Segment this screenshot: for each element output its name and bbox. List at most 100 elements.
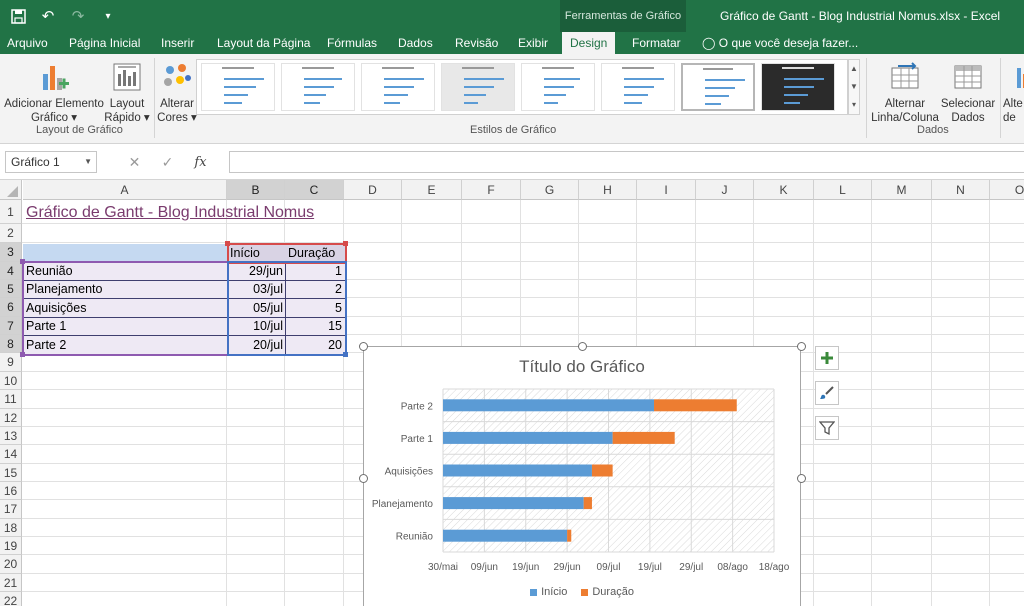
quick-layout-button[interactable]: Layout Rápido ▾ (104, 60, 150, 125)
tab-arquivo[interactable]: Arquivo (7, 32, 48, 54)
column-header-a[interactable]: A (23, 180, 227, 200)
column-header-k[interactable]: K (754, 180, 814, 200)
column-header-f[interactable]: F (462, 180, 521, 200)
row-header-21[interactable]: 21 (0, 574, 22, 592)
range-handle[interactable] (20, 352, 25, 357)
chart-resize-handle[interactable] (359, 342, 368, 351)
gantt-chart[interactable]: Título do Gráfico 30/mai 09/jun 19/jun 29/j… (363, 346, 801, 606)
row-header-5[interactable]: 5 (0, 280, 22, 298)
switch-row-column-button[interactable]: Alternar Linha/Coluna (870, 60, 940, 125)
row-header-1[interactable]: 1 (0, 200, 22, 224)
row-header-8[interactable]: 8 (0, 335, 22, 353)
chart-resize-handle[interactable] (797, 474, 806, 483)
row-header-14[interactable]: 14 (0, 445, 22, 464)
change-chart-type-button[interactable]: Alte de (1003, 60, 1024, 125)
column-header-o[interactable]: O (990, 180, 1024, 200)
column-header-d[interactable]: D (344, 180, 402, 200)
row-header-6[interactable]: 6 (0, 298, 22, 317)
tab-formulas[interactable]: Fórmulas (327, 32, 377, 54)
column-header-c[interactable]: C (285, 180, 344, 200)
name-box-dropdown-icon[interactable]: ▼ (84, 152, 92, 172)
row-header-13[interactable]: 13 (0, 427, 22, 445)
add-chart-element-button[interactable]: Adicionar Elemento Gráfico ▾ (4, 60, 104, 125)
column-header-e[interactable]: E (402, 180, 462, 200)
group-separator (866, 58, 867, 138)
chart-filters-button[interactable] (815, 416, 839, 440)
legend-swatch-duracao (581, 588, 589, 596)
chart-plot-area[interactable]: 30/mai 09/jun 19/jun 29/jun 09/jul 19/jul 29/j… (364, 347, 802, 606)
gallery-scroll[interactable]: ▲ ▼ ▾ (848, 59, 860, 115)
save-icon[interactable] (6, 4, 30, 28)
chart-style-7[interactable] (681, 63, 755, 111)
row-header-16[interactable]: 16 (0, 482, 22, 500)
gallery-more-icon[interactable]: ▾ (849, 96, 859, 114)
range-handle[interactable] (20, 259, 25, 264)
row-header-18[interactable]: 18 (0, 519, 22, 537)
tab-revisao[interactable]: Revisão (455, 32, 498, 54)
chart-style-2[interactable] (281, 63, 355, 111)
cancel-icon[interactable]: ✕ (118, 154, 151, 171)
row-header-3[interactable]: 3 (0, 243, 22, 262)
row-header-11[interactable]: 11 (0, 390, 22, 409)
row-header-19[interactable]: 19 (0, 537, 22, 555)
row-header-17[interactable]: 17 (0, 500, 22, 519)
column-header-g[interactable]: G (521, 180, 579, 200)
undo-icon[interactable]: ↶ (36, 4, 60, 28)
chart-elements-button[interactable] (815, 346, 839, 370)
tab-inserir[interactable]: Inserir (161, 32, 194, 54)
row-header-15[interactable]: 15 (0, 464, 22, 482)
row-header-12[interactable]: 12 (0, 409, 22, 427)
chart-style-1[interactable] (201, 63, 275, 111)
row-header-22[interactable]: 22 (0, 592, 22, 606)
name-box[interactable]: Gráfico 1 ▼ (5, 151, 97, 173)
chart-legend[interactable]: Início Duração (364, 586, 800, 598)
select-data-button[interactable]: Selecionar Dados (940, 60, 996, 125)
tab-layout-pagina[interactable]: Layout da Página (217, 32, 310, 54)
column-header-n[interactable]: N (932, 180, 990, 200)
formula-input[interactable] (229, 151, 1024, 173)
column-header-l[interactable]: L (814, 180, 872, 200)
customize-qat-icon[interactable]: ▾ (96, 4, 120, 28)
insert-function-icon[interactable]: fx (184, 155, 217, 170)
column-header-j[interactable]: J (696, 180, 754, 200)
select-all-corner[interactable] (0, 180, 22, 200)
tab-formatar[interactable]: Formatar (632, 32, 681, 54)
chart-resize-handle[interactable] (359, 474, 368, 483)
change-colors-label-1: Alterar (160, 98, 194, 110)
chart-style-8[interactable] (761, 63, 835, 111)
gallery-down-icon[interactable]: ▼ (849, 78, 859, 96)
row-header-10[interactable]: 10 (0, 372, 22, 390)
column-header-h[interactable]: H (579, 180, 637, 200)
row-header-4[interactable]: 4 (0, 262, 22, 280)
chart-style-6[interactable] (601, 63, 675, 111)
chart-resize-handle[interactable] (578, 342, 587, 351)
gallery-up-icon[interactable]: ▲ (849, 60, 859, 78)
tab-pagina-inicial[interactable]: Página Inicial (69, 32, 140, 54)
legend-item-inicio[interactable]: Início (530, 586, 567, 598)
sheet-title-cell[interactable]: Gráfico de Gantt - Blog Industrial Nomus (26, 204, 314, 222)
chart-resize-handle[interactable] (797, 342, 806, 351)
row-header-2[interactable]: 2 (0, 224, 22, 243)
column-header-i[interactable]: I (637, 180, 696, 200)
confirm-icon[interactable]: ✓ (151, 154, 184, 171)
tab-dados[interactable]: Dados (398, 32, 433, 54)
chart-style-4[interactable] (441, 63, 515, 111)
tab-design[interactable]: Design (562, 32, 616, 54)
range-handle[interactable] (343, 352, 348, 357)
tell-me-search[interactable]: ◯ O que você deseja fazer... (702, 32, 858, 54)
redo-icon[interactable]: ↷ (66, 4, 90, 28)
column-header-b[interactable]: B (227, 180, 285, 200)
row-header-7[interactable]: 7 (0, 317, 22, 335)
chart-style-5[interactable] (521, 63, 595, 111)
legend-item-duracao[interactable]: Duração (581, 586, 634, 598)
range-handle[interactable] (343, 241, 348, 246)
group-label-styles: Estilos de Gráfico (470, 124, 557, 136)
row-header-20[interactable]: 20 (0, 555, 22, 574)
tab-exibir[interactable]: Exibir (518, 32, 548, 54)
column-header-m[interactable]: M (872, 180, 932, 200)
chart-style-3[interactable] (361, 63, 435, 111)
change-colors-button[interactable]: Alterar Cores ▾ (156, 60, 198, 125)
row-header-9[interactable]: 9 (0, 353, 22, 372)
range-handle[interactable] (225, 241, 230, 246)
chart-styles-button[interactable] (815, 381, 839, 405)
